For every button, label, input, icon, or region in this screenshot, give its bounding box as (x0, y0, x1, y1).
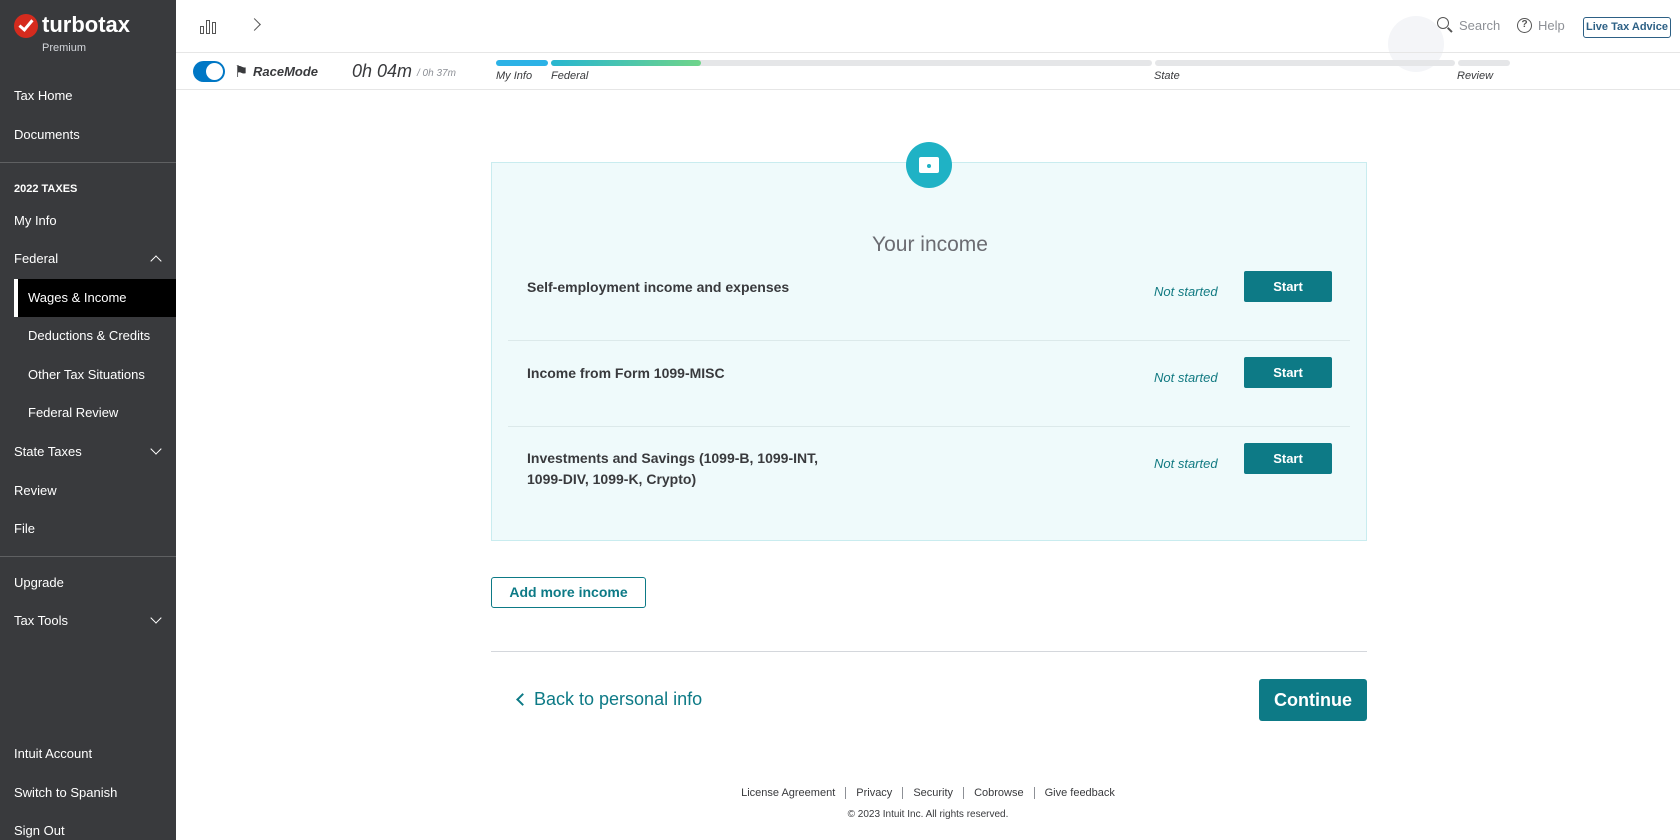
elapsed-time: 0h 04m (352, 61, 413, 81)
copyright: © 2023 Intuit Inc. All rights reserved. (847, 809, 1009, 820)
sidebar-item-tax-tools[interactable]: Tax Tools (14, 613, 68, 628)
help-icon[interactable]: ? (1517, 18, 1532, 33)
sidebar-item-documents[interactable]: Documents (14, 127, 80, 142)
income-drawer-icon (906, 142, 952, 188)
row-label: Investments and Savings (1099-B, 1099-IN… (527, 450, 818, 487)
turbotax-check-logo-icon (14, 14, 38, 38)
chevron-left-icon[interactable] (516, 693, 529, 706)
back-link[interactable]: Back to personal info (534, 689, 702, 710)
chevron-right-icon[interactable] (248, 18, 261, 31)
step-label-review: Review (1457, 70, 1494, 82)
chevron-up-icon[interactable] (150, 255, 162, 267)
row-status: Not started (1154, 370, 1218, 385)
sidebar-item-upgrade[interactable]: Upgrade (14, 575, 64, 590)
sidebar-item-federal[interactable]: Federal (14, 251, 58, 266)
sidebar: turbotax Premium Tax Home Documents 2022… (0, 0, 176, 840)
income-card: Your income Self-employment income and e… (491, 162, 1367, 541)
progress-segment-state (1155, 60, 1455, 66)
sidebar-item-review[interactable]: Review (14, 483, 57, 498)
brand-edition: Premium (42, 42, 87, 54)
sidebar-item-intuit-account[interactable]: Intuit Account (14, 746, 92, 761)
row-label: Income from Form 1099-MISC (527, 365, 725, 381)
sidebar-item-my-info[interactable]: My Info (14, 213, 57, 228)
chevron-down-icon[interactable] (150, 443, 162, 455)
footer-link-privacy[interactable]: Privacy (845, 787, 902, 799)
start-button[interactable]: Start (1244, 271, 1332, 302)
sidebar-divider (0, 556, 176, 557)
step-label-state: State (1154, 70, 1180, 82)
footer-link-feedback[interactable]: Give feedback (1033, 787, 1125, 799)
live-tax-advice-button[interactable]: Live Tax Advice (1583, 17, 1671, 38)
progress-segment-federal (551, 60, 1152, 66)
row-divider (508, 340, 1350, 341)
row-divider (508, 426, 1350, 427)
progress-segment-review (1458, 60, 1510, 66)
progress-chart-icon[interactable] (200, 18, 218, 34)
sidebar-item-deductions-credits[interactable]: Deductions & Credits (28, 328, 150, 343)
divider (491, 651, 1367, 652)
row-status: Not started (1154, 284, 1218, 299)
sidebar-section-2022-taxes: 2022 TAXES (14, 183, 78, 195)
start-button[interactable]: Start (1244, 357, 1332, 388)
card-title: Your income (872, 233, 988, 256)
footer-link-security[interactable]: Security (902, 787, 963, 799)
sidebar-item-state-taxes[interactable]: State Taxes (14, 444, 82, 459)
start-button[interactable]: Start (1244, 443, 1332, 474)
step-label-federal: Federal (551, 70, 589, 82)
progress-segment-my-info (496, 60, 548, 66)
estimated-time: / 0h 37m (417, 68, 456, 79)
sidebar-divider (0, 162, 176, 163)
sidebar-item-switch-spanish[interactable]: Switch to Spanish (14, 785, 117, 800)
sidebar-item-sign-out[interactable]: Sign Out (14, 823, 65, 838)
checkered-flag-icon: ⚑ (234, 64, 249, 81)
brand-name[interactable]: turbotax (42, 12, 130, 38)
footer-link-license[interactable]: License Agreement (731, 787, 845, 799)
sidebar-item-federal-review[interactable]: Federal Review (28, 405, 118, 420)
racemode-toggle[interactable] (193, 61, 225, 82)
step-label-my-info: My Info (496, 70, 533, 82)
row-status: Not started (1154, 456, 1218, 471)
search-link[interactable]: Search (1459, 18, 1500, 33)
add-more-income-button[interactable]: Add more income (491, 577, 646, 608)
footer-links: License Agreement Privacy Security Cobro… (176, 787, 1680, 799)
continue-button[interactable]: Continue (1259, 679, 1367, 721)
row-label: Self-employment income and expenses (527, 279, 790, 295)
footer-link-cobrowse[interactable]: Cobrowse (963, 787, 1034, 799)
help-link[interactable]: Help (1538, 18, 1565, 33)
racemode-label: RaceMode (253, 64, 319, 79)
chevron-down-icon[interactable] (150, 612, 162, 624)
sidebar-item-tax-home[interactable]: Tax Home (14, 88, 73, 103)
sidebar-item-wages-income[interactable]: Wages & Income (28, 290, 127, 305)
sidebar-item-file[interactable]: File (14, 521, 35, 536)
sidebar-item-other-tax-situations[interactable]: Other Tax Situations (28, 367, 145, 382)
